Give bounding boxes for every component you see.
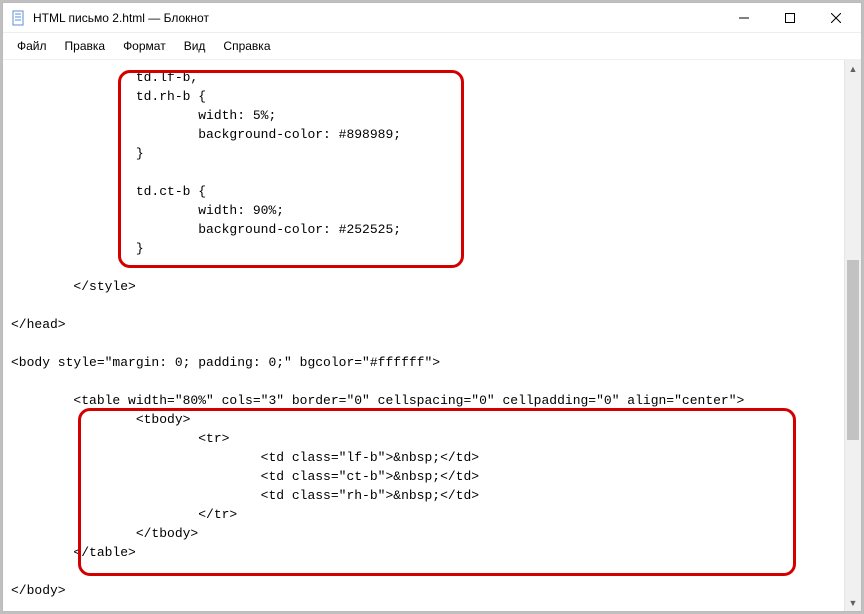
code-line: </style>: [11, 279, 136, 294]
code-line: </body>: [11, 583, 66, 598]
scroll-down-arrow[interactable]: ▼: [845, 594, 861, 611]
code-line: </tr>: [11, 507, 237, 522]
code-line: </head>: [11, 317, 66, 332]
menu-file[interactable]: Файл: [9, 37, 55, 55]
code-line: </tbody>: [11, 526, 198, 541]
code-line: width: 5%;: [11, 108, 276, 123]
code-line: td.lf-b,: [11, 70, 198, 85]
code-line: <tr>: [11, 431, 229, 446]
window-title: HTML письмо 2.html — Блокнот: [33, 11, 721, 25]
code-line: width: 90%;: [11, 203, 284, 218]
code-line: <body style="margin: 0; padding: 0;" bgc…: [11, 355, 440, 370]
window-controls: [721, 3, 859, 33]
menu-format[interactable]: Формат: [115, 37, 174, 55]
scroll-up-arrow[interactable]: ▲: [845, 60, 861, 77]
scroll-thumb[interactable]: [847, 260, 859, 440]
menu-edit[interactable]: Правка: [57, 37, 114, 55]
text-editor[interactable]: td.lf-b, td.rh-b { width: 5%; background…: [3, 60, 861, 611]
code-line: td.ct-b {: [11, 184, 206, 199]
code-line: <table width="80%" cols="3" border="0" c…: [11, 393, 744, 408]
code-line: <td class="lf-b">&nbsp;</td>: [11, 450, 479, 465]
minimize-button[interactable]: [721, 3, 767, 33]
menu-view[interactable]: Вид: [176, 37, 214, 55]
close-button[interactable]: [813, 3, 859, 33]
code-line: <td class="rh-b">&nbsp;</td>: [11, 488, 479, 503]
vertical-scrollbar[interactable]: ▲ ▼: [844, 60, 861, 611]
code-line: }: [11, 146, 144, 161]
code-line: <td class="ct-b">&nbsp;</td>: [11, 469, 479, 484]
notepad-icon: [11, 10, 27, 26]
notepad-window: HTML письмо 2.html — Блокнот Файл Правка…: [2, 2, 862, 612]
code-line: }: [11, 241, 144, 256]
menubar: Файл Правка Формат Вид Справка: [3, 33, 861, 60]
code-line: <tbody>: [11, 412, 190, 427]
titlebar[interactable]: HTML письмо 2.html — Блокнот: [3, 3, 861, 33]
editor-area: td.lf-b, td.rh-b { width: 5%; background…: [3, 60, 861, 611]
maximize-button[interactable]: [767, 3, 813, 33]
menu-help[interactable]: Справка: [215, 37, 278, 55]
code-line: background-color: #252525;: [11, 222, 401, 237]
code-line: </table>: [11, 545, 136, 560]
code-line: background-color: #898989;: [11, 127, 401, 142]
code-line: td.rh-b {: [11, 89, 206, 104]
